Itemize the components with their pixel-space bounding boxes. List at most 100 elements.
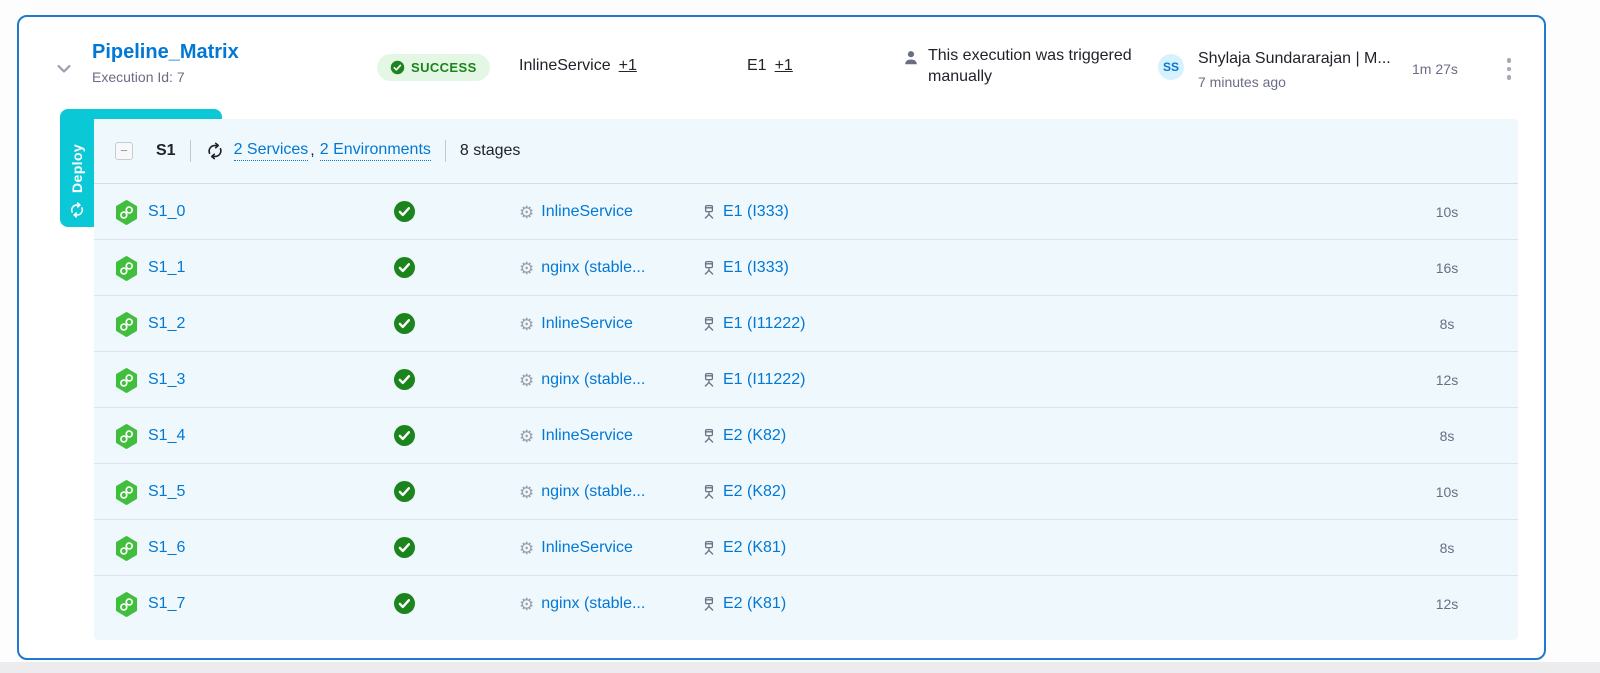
stage-duration: 10s [1412,464,1482,520]
user-block: SS Shylaja Sundararajan | M... 7 minutes… [1158,50,1391,90]
looping-strategy-icon [205,141,225,161]
environment-link[interactable]: E2 (K81) [723,595,786,613]
stage-row[interactable]: S1_4 ⚙ InlineService E2 (K82) [94,408,1518,464]
success-check-icon [394,593,415,614]
stages-count: 8 stages [460,142,520,160]
success-check-icon [394,369,415,390]
matrix-panel-header: − S1 2 Services , 2 Environments 8 stage… [94,119,1518,184]
gear-icon: ⚙ [519,260,534,277]
stage-tab-column: Deploy [60,109,93,227]
trigger-info: This execution was triggered manually [902,45,1162,87]
stage-row[interactable]: S1_0 ⚙ InlineService E1 (I333) [94,184,1518,240]
stage-name-link[interactable]: S1_2 [148,315,185,333]
success-check-icon [394,257,415,278]
gear-icon: ⚙ [519,540,534,557]
services-link[interactable]: 2 Services [234,141,309,161]
gear-icon: ⚙ [519,204,534,221]
stage-row[interactable]: S1_2 ⚙ InlineService E1 (I11222) [94,296,1518,352]
environment-icon [701,596,717,612]
service-link[interactable]: nginx (stable... [541,371,645,389]
deploy-stage-hexagon-icon [115,200,138,225]
status-badge: SUCCESS [377,54,490,81]
environment-link[interactable]: E2 (K81) [723,539,786,557]
stage-name-link[interactable]: S1_5 [148,483,185,501]
stage-name-link[interactable]: S1_7 [148,595,185,613]
stage-row[interactable]: S1_3 ⚙ nginx (stable... E1 (I1122 [94,352,1518,408]
matrix-panel: − S1 2 Services , 2 Environments 8 stage… [94,119,1518,640]
page-background-strip [0,662,1600,673]
collapse-icon[interactable]: − [115,142,133,160]
success-check-icon [394,537,415,558]
environment-icon [701,260,717,276]
trigger-text: This execution was triggered manually [928,45,1162,87]
service-link[interactable]: InlineService [541,315,633,333]
service-link[interactable]: InlineService [541,539,633,557]
status-check-icon [390,60,405,75]
environment-link[interactable]: E1 (I333) [723,203,789,221]
stage-name-link[interactable]: S1_1 [148,259,185,277]
environment-icon [701,316,717,332]
user-name: Shylaja Sundararajan | M... [1198,50,1391,68]
service-link[interactable]: InlineService [541,203,633,221]
success-check-icon [394,201,415,222]
success-check-icon [394,481,415,502]
environment-icon [701,484,717,500]
success-check-icon [394,425,415,446]
stage-duration: 16s [1412,240,1482,296]
stage-duration: 12s [1412,352,1482,408]
stage-row[interactable]: S1_6 ⚙ InlineService E2 (K81) [94,520,1518,576]
stage-duration: 10s [1412,184,1482,240]
chevron-down-icon[interactable] [54,59,74,79]
stage-duration: 12s [1412,576,1482,632]
execution-card: Pipeline_Matrix Execution Id: 7 SUCCESS … [17,15,1546,660]
environment-link[interactable]: E1 (I11222) [723,371,805,389]
status-label: SUCCESS [411,60,477,75]
environment-link[interactable]: E2 (K82) [723,427,786,445]
environment-link[interactable]: E2 (K82) [723,483,786,501]
environment-icon [701,204,717,220]
environment-icon [701,372,717,388]
deploy-stage-hexagon-icon [115,480,138,505]
deploy-stage-hexagon-icon [115,536,138,561]
success-check-icon [394,313,415,334]
page: Pipeline_Matrix Execution Id: 7 SUCCESS … [0,0,1600,673]
matrix-stage-name: S1 [156,142,176,160]
services-summary: InlineService +1 [519,57,637,75]
divider [190,140,191,162]
total-duration: 1m 27s [1412,61,1458,77]
service-link[interactable]: InlineService [541,427,633,445]
environment-icon [701,540,717,556]
kebab-menu-icon[interactable] [1498,53,1520,85]
environment-link[interactable]: E1 (I333) [723,259,789,277]
gear-icon: ⚙ [519,372,534,389]
environment-icon [701,428,717,444]
environments-summary: E1 +1 [747,57,793,75]
deploy-stage-hexagon-icon [115,368,138,393]
gear-icon: ⚙ [519,596,534,613]
environment-link[interactable]: E1 (I11222) [723,315,805,333]
pipeline-name-link[interactable]: Pipeline_Matrix [92,41,239,64]
service-link[interactable]: nginx (stable... [541,483,645,501]
stage-row[interactable]: S1_5 ⚙ nginx (stable... E2 (K82) [94,464,1518,520]
stage-rows: S1_0 ⚙ InlineService E1 (I333) [94,184,1518,632]
stage-row[interactable]: S1_7 ⚙ nginx (stable... E2 (K81) [94,576,1518,632]
environments-more-link[interactable]: +1 [775,57,793,75]
stage-tab-label: Deploy [69,121,85,193]
stage-name-link[interactable]: S1_6 [148,539,185,557]
avatar[interactable]: SS [1158,54,1184,80]
environment-summary-label: E1 [747,57,767,75]
stage-row[interactable]: S1_1 ⚙ nginx (stable... E1 (I333) [94,240,1518,296]
gear-icon: ⚙ [519,428,534,445]
service-link[interactable]: nginx (stable... [541,259,645,277]
stage-name-link[interactable]: S1_4 [148,427,185,445]
stage-duration: 8s [1412,408,1482,464]
service-link[interactable]: nginx (stable... [541,595,645,613]
comma: , [310,142,314,160]
deploy-stage-hexagon-icon [115,592,138,617]
stage-name-link[interactable]: S1_0 [148,203,185,221]
service-summary-label: InlineService [519,57,611,75]
gear-icon: ⚙ [519,316,534,333]
stage-name-link[interactable]: S1_3 [148,371,185,389]
services-more-link[interactable]: +1 [619,57,637,75]
environments-link[interactable]: 2 Environments [320,141,431,161]
